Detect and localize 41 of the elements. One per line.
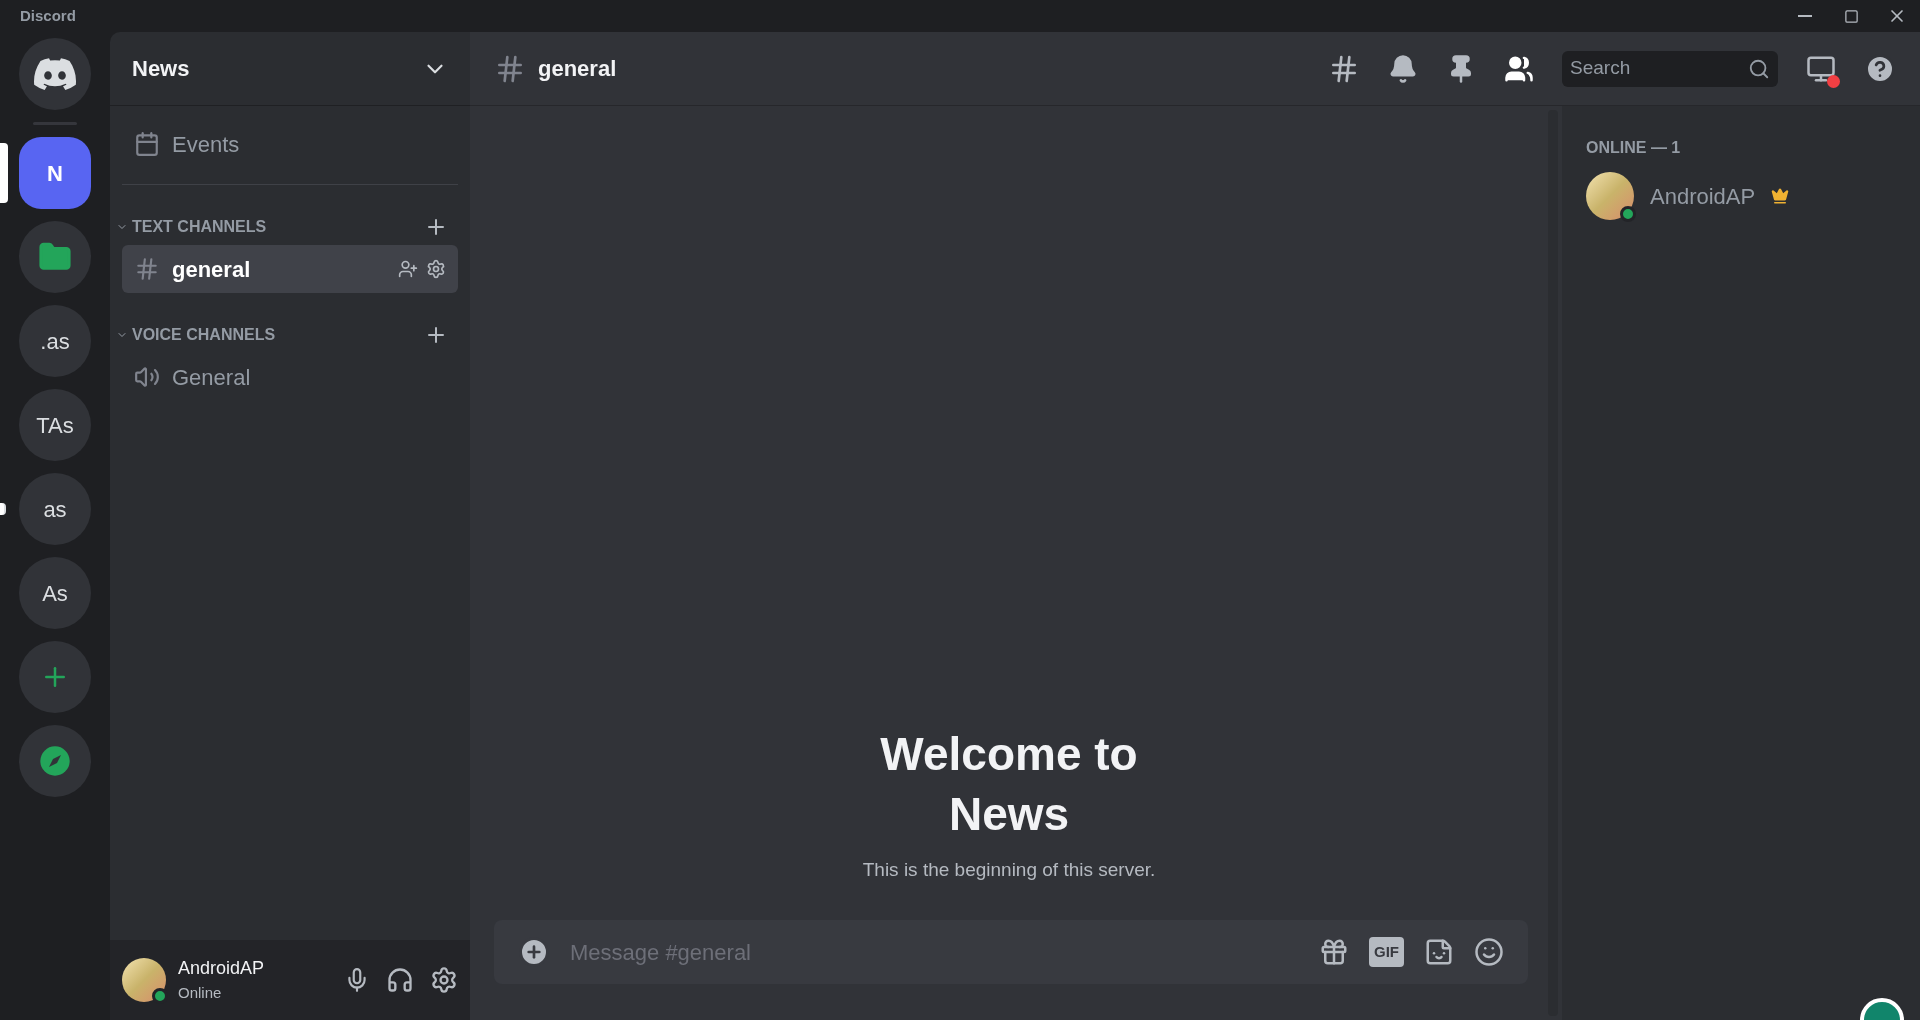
server-icon[interactable]: .as bbox=[19, 305, 91, 377]
invite-icon[interactable] bbox=[398, 259, 418, 279]
server-icon[interactable]: TAs bbox=[19, 389, 91, 461]
user-avatar bbox=[122, 958, 166, 1002]
headphones-icon[interactable] bbox=[386, 966, 414, 994]
member-avatar bbox=[1586, 172, 1634, 220]
emoji-icon[interactable] bbox=[1474, 937, 1504, 967]
member-group-heading: ONLINE — 1 bbox=[1586, 138, 1682, 158]
channel-item[interactable]: General bbox=[122, 353, 458, 401]
server-icon[interactable]: N bbox=[19, 137, 91, 209]
category-header[interactable]: VOICE CHANNELS bbox=[132, 323, 276, 347]
hash-icon bbox=[134, 256, 160, 282]
settings-icon[interactable] bbox=[430, 966, 458, 994]
search-icon bbox=[1748, 57, 1770, 80]
channel-name: General bbox=[172, 363, 251, 392]
welcome-title: Welcome to News bbox=[879, 726, 1139, 842]
settings-icon[interactable] bbox=[426, 259, 446, 279]
channel-item[interactable]: general bbox=[122, 245, 458, 293]
message-input[interactable]: Message #general GIF bbox=[494, 920, 1528, 984]
welcome-subtitle: This is the beginning of this server. bbox=[862, 857, 1156, 882]
minimize-icon bbox=[1798, 15, 1812, 17]
channel-title: general bbox=[538, 55, 617, 83]
category-header[interactable]: TEXT CHANNELS bbox=[132, 215, 267, 239]
member-item[interactable]: AndroidAP bbox=[1586, 170, 1896, 222]
server-icon[interactable]: as bbox=[19, 473, 91, 545]
sticker-icon[interactable] bbox=[1424, 937, 1454, 967]
server-icon[interactable]: As bbox=[19, 557, 91, 629]
compass-icon bbox=[39, 745, 71, 777]
discord-logo-icon bbox=[34, 58, 76, 90]
channel-name: general bbox=[172, 255, 251, 284]
speaker-icon bbox=[134, 364, 160, 390]
user-status: Online bbox=[178, 983, 223, 1004]
search-field[interactable]: Search bbox=[1562, 50, 1778, 87]
window-title: Discord bbox=[20, 5, 76, 26]
maximize-icon bbox=[1843, 8, 1859, 24]
calendar-icon bbox=[134, 131, 160, 157]
gif-button[interactable]: GIF bbox=[1369, 936, 1404, 968]
gift-icon[interactable] bbox=[1319, 937, 1349, 967]
username: AndroidAP bbox=[178, 957, 265, 981]
bell-icon[interactable] bbox=[1388, 53, 1418, 84]
events-item[interactable]: Events bbox=[122, 122, 458, 166]
